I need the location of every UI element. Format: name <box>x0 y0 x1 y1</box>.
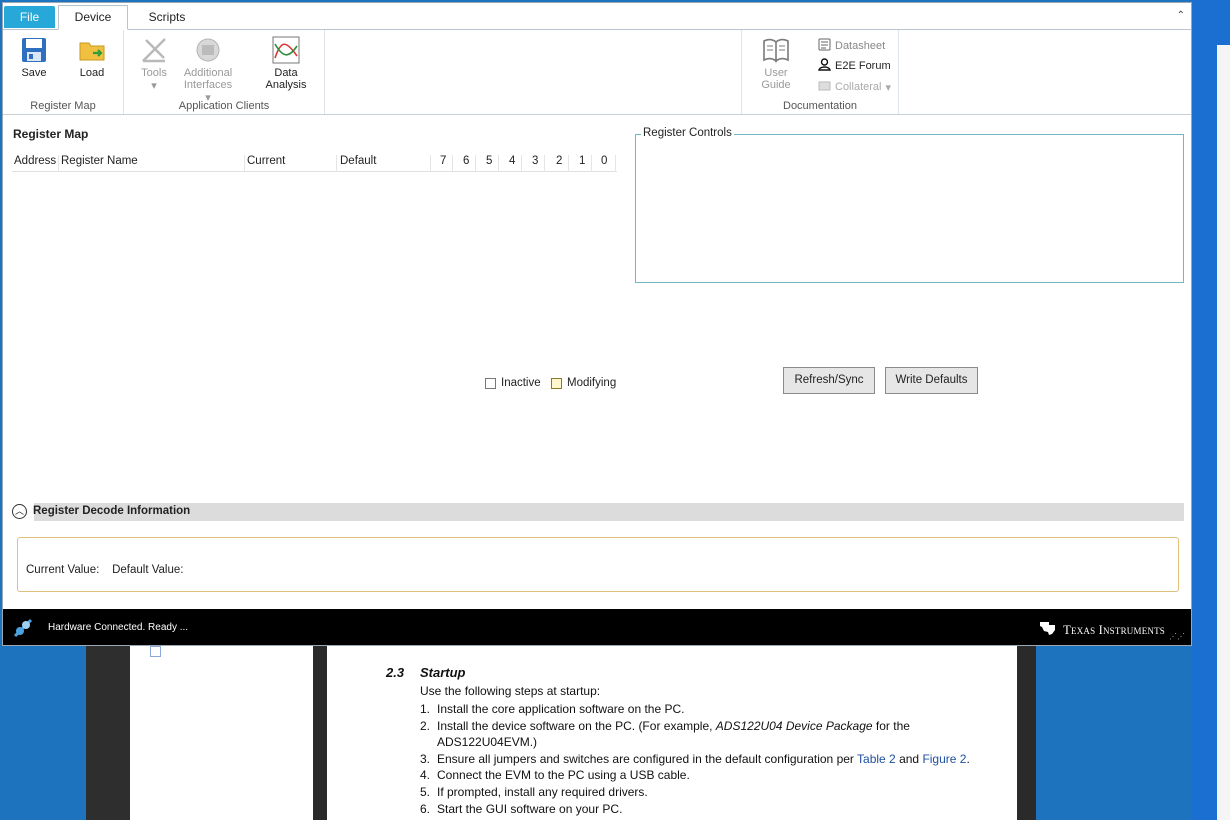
decode-title: Register Decode Information <box>33 505 191 517</box>
additional-label-1: Additional <box>183 67 233 79</box>
tab-file[interactable]: File <box>4 6 55 28</box>
list-item: 3. Ensure all jumpers and switches are co… <box>420 751 970 766</box>
group-label: Register Map <box>30 100 96 112</box>
register-map-title: Register Map <box>13 127 89 141</box>
documentation-group: User Guide Datasheet E2E Forum Collateral… <box>741 30 899 114</box>
document-icon <box>818 38 831 54</box>
register-controls-title: Register Controls <box>641 127 734 139</box>
pdf-bookmarks-panel <box>130 640 314 820</box>
decode-value-panel <box>17 537 1179 592</box>
modifying-swatch <box>551 377 562 389</box>
column-header[interactable]: Default <box>340 155 431 171</box>
inactive-swatch <box>485 377 496 389</box>
app-window: File Device Scripts ⌃ Save Load Register… <box>2 2 1192 646</box>
collateral-button[interactable]: Collateral ▾ <box>818 79 891 95</box>
ribbon: Save Load Register Map Tools ▾ Additiona… <box>3 30 1191 115</box>
ti-logo-icon <box>1039 619 1057 641</box>
user-label-1: User <box>764 67 788 79</box>
column-header[interactable]: 0 <box>601 155 616 171</box>
table-2-link[interactable]: Table 2 <box>857 752 896 766</box>
pdf-intro-text: Use the following steps at startup: <box>420 684 601 698</box>
column-header[interactable]: 4 <box>509 155 522 171</box>
ribbon-tab-bar: File Device Scripts ⌃ <box>3 3 1191 30</box>
pdf-splitter[interactable] <box>313 640 327 820</box>
default-value-label: Default Value: <box>112 564 184 576</box>
refresh-sync-button[interactable]: Refresh/Sync <box>783 367 875 394</box>
write-defaults-button[interactable]: Write Defaults <box>885 367 978 394</box>
load-button[interactable]: Load <box>75 36 109 79</box>
collapse-icon[interactable]: ︿ <box>12 504 27 519</box>
status-bar: Hardware Connected. Ready ... Texas Inst… <box>3 609 1191 645</box>
ti-brand-text: Texas Instruments <box>1063 622 1165 637</box>
resize-grip-icon[interactable]: ⋰⋰ <box>1169 632 1185 641</box>
user-label-2: Guide <box>761 79 791 91</box>
datasheet-label: Datasheet <box>835 40 886 52</box>
save-icon <box>20 36 48 64</box>
list-item: 4. Connect the EVM to the PC using a USB … <box>420 768 690 783</box>
data-analysis-button[interactable]: Data Analysis <box>264 36 308 91</box>
additional-label-2: Interfaces <box>183 79 233 91</box>
connection-icon <box>12 617 34 642</box>
collapse-ribbon-icon[interactable]: ⌃ <box>1177 10 1185 21</box>
pdf-section-heading: 2.3 Startup <box>386 665 466 680</box>
register-map-group: Save Load Register Map <box>3 30 124 114</box>
list-item: 1. Install the core application software … <box>420 702 685 716</box>
chevron-down-icon: ▾ <box>151 80 157 92</box>
register-controls-panel <box>635 134 1184 283</box>
group-label: Application Clients <box>178 100 270 112</box>
tools-label: Tools <box>141 67 167 79</box>
pdf-toolbar-panel <box>86 640 130 820</box>
desktop-background <box>1192 0 1230 820</box>
folder-icon <box>78 36 106 64</box>
register-table-header: Address Register Name Current Default 7 … <box>12 153 617 172</box>
ti-logo: Texas Instruments <box>1039 619 1165 641</box>
list-item: 2. Install the device software on the PC.… <box>420 718 910 750</box>
user-guide-button[interactable]: User Guide <box>758 36 794 91</box>
group-label: Documentation <box>783 100 857 112</box>
decode-header-bar[interactable] <box>34 503 1184 521</box>
legend-inactive: Inactive <box>485 377 541 389</box>
chart-icon <box>272 36 300 64</box>
save-button[interactable]: Save <box>17 36 51 79</box>
legend-modifying: Modifying <box>551 377 616 389</box>
e2e-forum-button[interactable]: E2E Forum <box>818 58 891 74</box>
tools-icon <box>140 36 168 64</box>
column-header[interactable]: Register Name <box>61 155 245 171</box>
list-item: 5. If prompted, install any required driv… <box>420 784 648 799</box>
column-header[interactable]: 7 <box>440 155 453 171</box>
data-label-2: Analysis <box>265 79 307 91</box>
column-header[interactable]: 5 <box>486 155 499 171</box>
figure-2-link[interactable]: Figure 2 <box>922 752 966 766</box>
pdf-steps-list: 1. Install the core application software … <box>420 701 980 817</box>
user-icon <box>818 58 831 74</box>
column-header[interactable]: 3 <box>532 155 545 171</box>
tab-scripts[interactable]: Scripts <box>140 6 194 28</box>
tools-button[interactable]: Tools ▾ <box>136 36 172 92</box>
chevron-down-icon: ▾ <box>885 81 891 94</box>
column-header[interactable]: Current <box>247 155 337 171</box>
additional-interfaces-button[interactable]: Additional Interfaces ▾ <box>180 36 236 104</box>
column-header[interactable]: 1 <box>579 155 592 171</box>
save-label: Save <box>21 67 47 79</box>
datasheet-button[interactable]: Datasheet <box>818 38 885 54</box>
bookmark-icon[interactable] <box>150 646 161 657</box>
column-header[interactable]: Address <box>14 155 59 171</box>
column-header[interactable]: 2 <box>556 155 569 171</box>
list-item: 6. Start the GUI software on your PC. <box>420 801 623 816</box>
column-header[interactable]: 6 <box>463 155 476 171</box>
application-clients-group: Tools ▾ Additional Interfaces ▾ Data Analys… <box>124 30 325 114</box>
book-icon <box>762 36 790 64</box>
status-text: Hardware Connected. Ready ... <box>48 622 189 633</box>
collateral-label: Collateral <box>835 81 882 93</box>
current-value-label: Current Value: <box>26 564 100 576</box>
data-label-1: Data <box>274 67 298 79</box>
interfaces-icon <box>194 36 222 64</box>
decode-values: Current Value: Default Value: <box>26 564 183 576</box>
tab-device[interactable]: Device <box>58 5 128 30</box>
collateral-icon <box>818 79 831 95</box>
background-window-edge <box>1217 45 1230 820</box>
load-label: Load <box>79 67 105 79</box>
pdf-scroll-area <box>1017 640 1036 820</box>
e2e-label: E2E Forum <box>835 60 891 72</box>
